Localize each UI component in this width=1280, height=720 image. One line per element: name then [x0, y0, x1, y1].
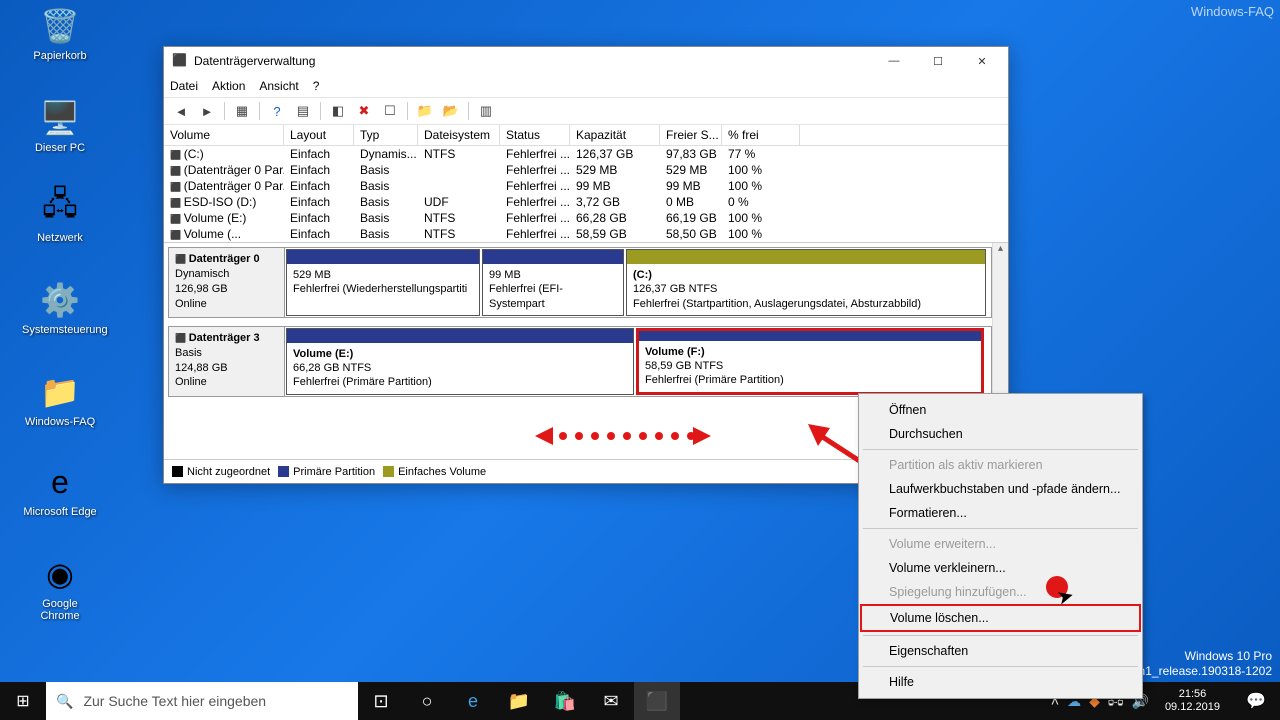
menu-view[interactable]: Ansicht	[259, 79, 298, 93]
menu-item[interactable]: Öffnen	[861, 398, 1140, 422]
icon-glyph: 📁	[40, 372, 80, 412]
context-menu: ÖffnenDurchsuchen Partition als aktiv mar…	[858, 393, 1143, 699]
delete-icon[interactable]: ✖	[353, 100, 375, 122]
menu-item: Partition als aktiv markieren	[861, 453, 1140, 477]
icon-label: Dieser PC	[22, 142, 98, 154]
menu-item[interactable]: Volume verkleinern...	[861, 556, 1140, 580]
store-icon[interactable]: 🛍️	[542, 682, 588, 720]
desktop-icon[interactable]: 📁 Windows-FAQ	[22, 372, 98, 428]
menu-item[interactable]: Volume löschen...	[860, 604, 1141, 632]
volume-row[interactable]: Volume (E:)EinfachBasisNTFSFehlerfrei ..…	[164, 210, 1008, 226]
task-view-icon[interactable]: ⊡	[358, 682, 404, 720]
mail-icon[interactable]: ✉	[588, 682, 634, 720]
menu-item[interactable]: Durchsuchen	[861, 422, 1140, 446]
explorer-icon[interactable]: 📁	[496, 682, 542, 720]
menu-item: Volume erweitern...	[861, 532, 1140, 556]
icon-glyph: ◉	[40, 554, 80, 594]
start-button[interactable]: ⊞	[0, 682, 46, 720]
toolbar-icon[interactable]: 📁	[414, 100, 436, 122]
forward-icon[interactable]: ►	[196, 100, 218, 122]
toolbar-icon[interactable]: 📂	[440, 100, 462, 122]
disk-header[interactable]: Datenträger 0Dynamisch126,98 GBOnline	[169, 248, 285, 317]
volume-list: Volume Layout Typ Dateisystem Status Kap…	[164, 125, 1008, 243]
volume-row[interactable]: (C:)EinfachDynamis...NTFSFehlerfrei ...1…	[164, 146, 1008, 162]
partition[interactable]: 99 MBFehlerfrei (EFI-Systempart	[482, 249, 624, 316]
desktop-icon[interactable]: 🖧 Netzwerk	[22, 188, 98, 244]
disk: Datenträger 3Basis124,88 GBOnlineVolume …	[168, 326, 992, 397]
icon-label: Windows-FAQ	[22, 416, 98, 428]
desktop-icon[interactable]: 🗑️ Papierkorb	[22, 6, 98, 62]
icon-label: Papierkorb	[22, 50, 98, 62]
icon-label: Systemsteuerung	[22, 324, 98, 336]
partition[interactable]: Volume (E:)66,28 GB NTFSFehlerfrei (Prim…	[286, 328, 634, 395]
minimize-button[interactable]: —	[872, 47, 916, 75]
volume-row[interactable]: (Datenträger 0 Par...EinfachBasisFehlerf…	[164, 162, 1008, 178]
icon-glyph: e	[40, 462, 80, 502]
close-button[interactable]: ✕	[960, 47, 1004, 75]
help-icon[interactable]: ?	[266, 100, 288, 122]
icon-glyph: ⚙️	[40, 280, 80, 320]
maximize-button[interactable]: ☐	[916, 47, 960, 75]
icon-glyph: 🖧	[40, 188, 80, 228]
search-icon: 🔍	[56, 693, 73, 710]
toolbar: ◄ ► ▦ ? ▤ ◧ ✖ ☐ 📁 📂 ▥	[164, 97, 1008, 125]
volume-list-header[interactable]: Volume Layout Typ Dateisystem Status Kap…	[164, 125, 1008, 146]
app-icon: ⬛	[172, 53, 188, 69]
watermark: Windows-FAQ	[1191, 4, 1274, 19]
icon-glyph: 🖥️	[40, 98, 80, 138]
menu-action[interactable]: Aktion	[212, 79, 245, 93]
icon-label: Microsoft Edge	[22, 506, 98, 518]
disk: Datenträger 0Dynamisch126,98 GBOnline529…	[168, 247, 992, 318]
edge-icon[interactable]: e	[450, 682, 496, 720]
partition[interactable]: 529 MBFehlerfrei (Wiederherstellungspart…	[286, 249, 480, 316]
toolbar-icon[interactable]: ◧	[327, 100, 349, 122]
menu-item[interactable]: Hilfe	[861, 670, 1140, 694]
menu-item[interactable]: Eigenschaften	[861, 639, 1140, 663]
desktop-icon[interactable]: ⚙️ Systemsteuerung	[22, 280, 98, 336]
toolbar-icon[interactable]: ▥	[475, 100, 497, 122]
icon-glyph: 🗑️	[40, 6, 80, 46]
toolbar-icon[interactable]: ▤	[292, 100, 314, 122]
legend-item: Nicht zugeordnet	[172, 466, 270, 478]
icon-label: Netzwerk	[22, 232, 98, 244]
menu-item[interactable]: Formatieren...	[861, 501, 1140, 525]
partition[interactable]: Volume (F:)58,59 GB NTFSFehlerfrei (Prim…	[636, 328, 984, 395]
window-title: Datenträgerverwaltung	[194, 54, 872, 68]
volume-row[interactable]: ESD-ISO (D:)EinfachBasisUDFFehlerfrei ..…	[164, 194, 1008, 210]
disk-header[interactable]: Datenträger 3Basis124,88 GBOnline	[169, 327, 285, 396]
titlebar[interactable]: ⬛ Datenträgerverwaltung — ☐ ✕	[164, 47, 1008, 75]
volume-row[interactable]: (Datenträger 0 Par...EinfachBasisFehlerf…	[164, 178, 1008, 194]
icon-label: Google Chrome	[22, 598, 98, 622]
toolbar-icon[interactable]: ☐	[379, 100, 401, 122]
menu-item: Spiegelung hinzufügen...	[861, 580, 1140, 604]
legend-item: Einfaches Volume	[383, 466, 486, 478]
menu-file[interactable]: Datei	[170, 79, 198, 93]
legend-item: Primäre Partition	[278, 466, 375, 478]
notifications-icon[interactable]: 💬	[1236, 682, 1276, 720]
desktop-icon[interactable]: 🖥️ Dieser PC	[22, 98, 98, 154]
back-icon[interactable]: ◄	[170, 100, 192, 122]
search-box[interactable]: 🔍 Zur Suche Text hier eingeben	[46, 682, 358, 720]
menu-item[interactable]: Laufwerkbuchstaben und -pfade ändern...	[861, 477, 1140, 501]
cortana-icon[interactable]: ○	[404, 682, 450, 720]
partition[interactable]: (C:)126,37 GB NTFSFehlerfrei (Startparti…	[626, 249, 986, 316]
toolbar-icon[interactable]: ▦	[231, 100, 253, 122]
diskmgmt-taskbar-icon[interactable]: ⬛	[634, 682, 680, 720]
clock[interactable]: 21:56 09.12.2019	[1157, 688, 1228, 713]
desktop-icon[interactable]: e Microsoft Edge	[22, 462, 98, 518]
volume-row[interactable]: Volume (...EinfachBasisNTFSFehlerfrei ..…	[164, 226, 1008, 242]
menu-help[interactable]: ?	[313, 79, 320, 93]
menubar: Datei Aktion Ansicht ?	[164, 75, 1008, 97]
desktop-icon[interactable]: ◉ Google Chrome	[22, 554, 98, 622]
search-placeholder: Zur Suche Text hier eingeben	[83, 693, 266, 709]
